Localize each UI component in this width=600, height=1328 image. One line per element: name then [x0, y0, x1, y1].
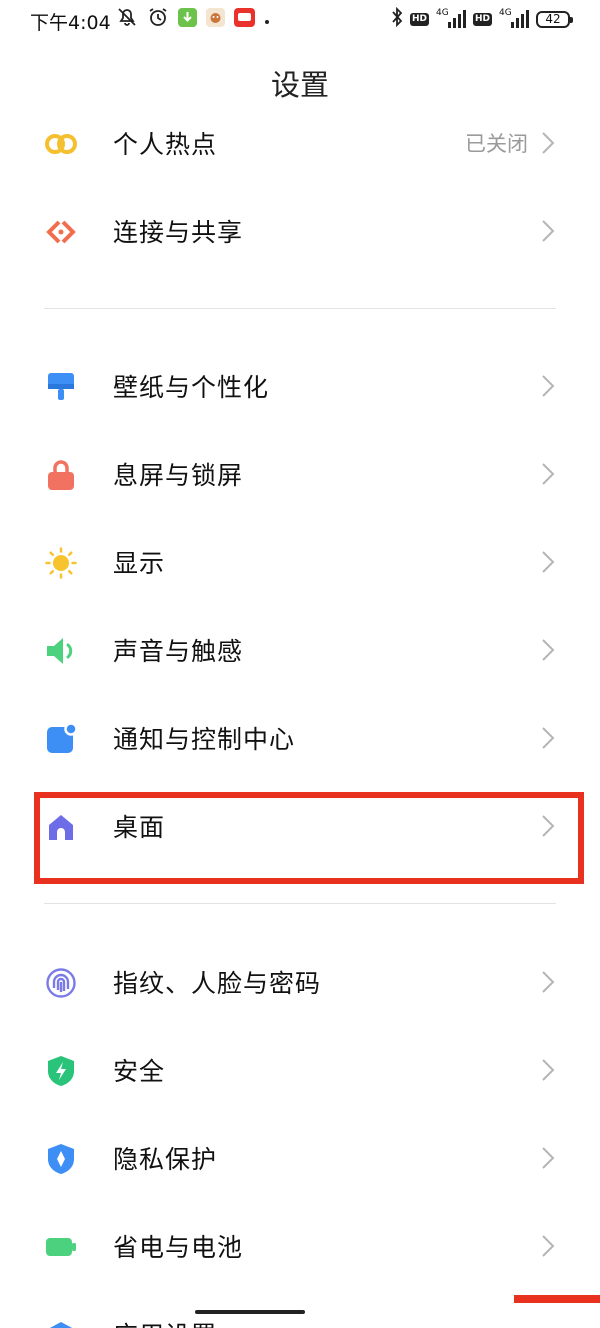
chevron-right-icon — [542, 639, 555, 661]
apps-icon — [44, 1318, 78, 1328]
settings-item-label: 声音与触感 — [113, 637, 244, 666]
chevron-right-icon — [542, 375, 555, 397]
settings-item-apps[interactable]: 应用设置 — [0, 1290, 600, 1328]
settings-item-label: 个人热点 — [113, 130, 218, 159]
settings-item-label: 壁纸与个性化 — [113, 373, 270, 402]
settings-item-label: 通知与控制中心 — [113, 725, 296, 754]
section-divider — [44, 308, 556, 309]
settings-item-notification[interactable]: 通知与控制中心 — [0, 694, 600, 782]
settings-item-label: 应用设置 — [113, 1316, 217, 1328]
signal-icon: 4G — [499, 8, 529, 30]
settings-item-battery[interactable]: 省电与电池 — [0, 1202, 600, 1290]
gesture-bar[interactable] — [195, 1310, 305, 1314]
settings-item-wallpaper[interactable]: 壁纸与个性化 — [0, 342, 600, 430]
status-left-icons — [116, 7, 270, 31]
highlight-box — [34, 792, 584, 884]
privacy-icon — [44, 1142, 78, 1176]
settings-item-label: 指纹、人脸与密码 — [113, 969, 322, 998]
settings-item-label: 隐私保护 — [113, 1145, 218, 1174]
bluetooth-icon — [391, 6, 403, 31]
settings-item-hotspot[interactable]: 个人热点 已关闭 — [0, 99, 600, 187]
section-divider — [44, 903, 556, 904]
alarm-icon — [147, 7, 169, 31]
chevron-right-icon — [542, 551, 555, 573]
settings-item-label: 显示 — [113, 549, 166, 578]
chevron-right-icon — [542, 132, 555, 154]
dot-icon — [264, 10, 270, 29]
chevron-right-icon — [542, 971, 555, 993]
settings-item-security[interactable]: 安全 — [0, 1026, 600, 1114]
settings-item-label: 连接与共享 — [113, 218, 244, 247]
chevron-right-icon — [542, 1147, 555, 1169]
highlight-decoration — [514, 1295, 600, 1303]
page-title: 设置 — [270, 68, 329, 102]
settings-item-value: 已关闭 — [465, 132, 528, 156]
link-icon — [44, 127, 78, 161]
status-right-icons: HD 4G HD 4G 42 — [391, 6, 573, 31]
shield-icon — [44, 1054, 78, 1088]
battery-icon — [44, 1230, 78, 1264]
chevron-right-icon — [542, 727, 555, 749]
sun-icon — [44, 546, 78, 580]
chevron-right-icon — [542, 220, 555, 242]
chevron-right-icon — [542, 463, 555, 485]
notification-icon — [44, 722, 78, 756]
settings-item-privacy[interactable]: 隐私保护 — [0, 1114, 600, 1202]
hd-badge: HD — [472, 12, 492, 26]
connection-icon — [44, 215, 78, 249]
app-icon — [234, 7, 255, 31]
battery-indicator: 42 — [536, 10, 573, 28]
settings-item-lockscreen[interactable]: 息屏与锁屏 — [0, 430, 600, 518]
signal-icon: 4G — [436, 8, 466, 30]
settings-item-fingerprint[interactable]: 指纹、人脸与密码 — [0, 938, 600, 1026]
settings-item-label: 息屏与锁屏 — [113, 461, 244, 490]
lock-icon — [44, 458, 78, 492]
settings-item-sound[interactable]: 声音与触感 — [0, 606, 600, 694]
brush-icon — [44, 370, 78, 404]
settings-item-label: 安全 — [113, 1057, 166, 1086]
speaker-icon — [44, 634, 78, 668]
mute-icon — [116, 7, 138, 31]
hd-badge: HD — [409, 12, 429, 26]
status-bar: 下午4:04 HD 4G HD 4G 42 — [0, 0, 600, 40]
chevron-right-icon — [542, 1235, 555, 1257]
app-icon — [206, 7, 225, 31]
chevron-right-icon — [542, 1059, 555, 1081]
fingerprint-icon — [44, 966, 78, 1000]
settings-item-display[interactable]: 显示 — [0, 518, 600, 606]
status-time: 下午4:04 — [30, 12, 111, 34]
download-app-icon — [178, 7, 197, 31]
settings-item-connection[interactable]: 连接与共享 — [0, 187, 600, 275]
settings-item-label: 省电与电池 — [113, 1233, 244, 1262]
